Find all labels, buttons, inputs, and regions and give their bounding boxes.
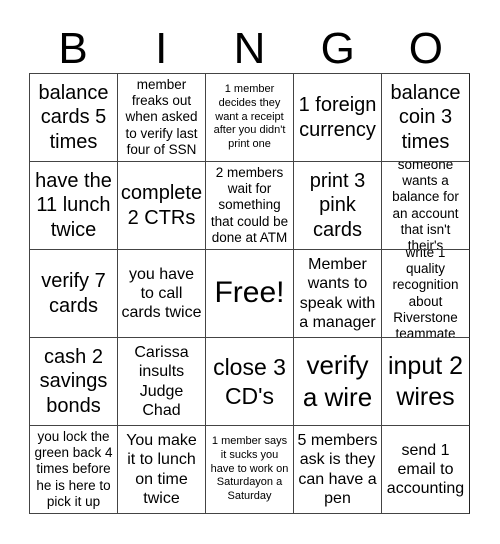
bingo-cell[interactable]: send 1 email to accounting xyxy=(382,426,470,514)
bingo-cell[interactable]: 1 member says it sucks you have to work … xyxy=(206,426,294,514)
bingo-cell[interactable]: complete 2 CTRs xyxy=(118,162,206,250)
bingo-cell[interactable]: 1 foreign currency xyxy=(294,74,382,162)
bingo-cell[interactable]: verify 7 cards xyxy=(30,250,118,338)
header-letter-n: N xyxy=(233,23,266,73)
bingo-cell[interactable]: 1 member decides they want a receipt aft… xyxy=(206,74,294,162)
bingo-cell[interactable]: balance cards 5 times xyxy=(30,74,118,162)
bingo-cell[interactable]: someone wants a balance for an account t… xyxy=(382,162,470,250)
bingo-cell[interactable]: Member wants to speak with a manager xyxy=(294,250,382,338)
bingo-cell[interactable]: cash 2 savings bonds xyxy=(30,338,118,426)
bingo-cell[interactable]: close 3 CD's xyxy=(206,338,294,426)
free-space-cell[interactable]: Free! xyxy=(206,250,294,338)
bingo-header: B I N G O xyxy=(29,20,470,73)
bingo-cell[interactable]: have the 11 lunch twice xyxy=(30,162,118,250)
header-letter-o: O xyxy=(408,23,443,73)
bingo-cell[interactable]: balance coin 3 times xyxy=(382,74,470,162)
header-letter-g: G xyxy=(320,23,355,73)
bingo-cell[interactable]: 5 members ask is they can have a pen xyxy=(294,426,382,514)
bingo-cell[interactable]: verify a wire xyxy=(294,338,382,426)
bingo-cell[interactable]: write 1 quality recognition about Rivers… xyxy=(382,250,470,338)
header-letter-b: B xyxy=(58,23,88,73)
bingo-cell[interactable]: input 2 wires xyxy=(382,338,470,426)
bingo-cell[interactable]: you have to call cards twice xyxy=(118,250,206,338)
bingo-cell[interactable]: 2 members wait for something that could … xyxy=(206,162,294,250)
bingo-cell[interactable]: You make it to lunch on time twice xyxy=(118,426,206,514)
bingo-cell[interactable]: Carissa insults Judge Chad xyxy=(118,338,206,426)
bingo-cell[interactable]: member freaks out when asked to verify l… xyxy=(118,74,206,162)
header-letter-i: I xyxy=(155,23,168,73)
bingo-card-grid: balance cards 5 times member freaks out … xyxy=(29,73,470,514)
bingo-cell[interactable]: print 3 pink cards xyxy=(294,162,382,250)
bingo-cell[interactable]: you lock the green back 4 times before h… xyxy=(30,426,118,514)
